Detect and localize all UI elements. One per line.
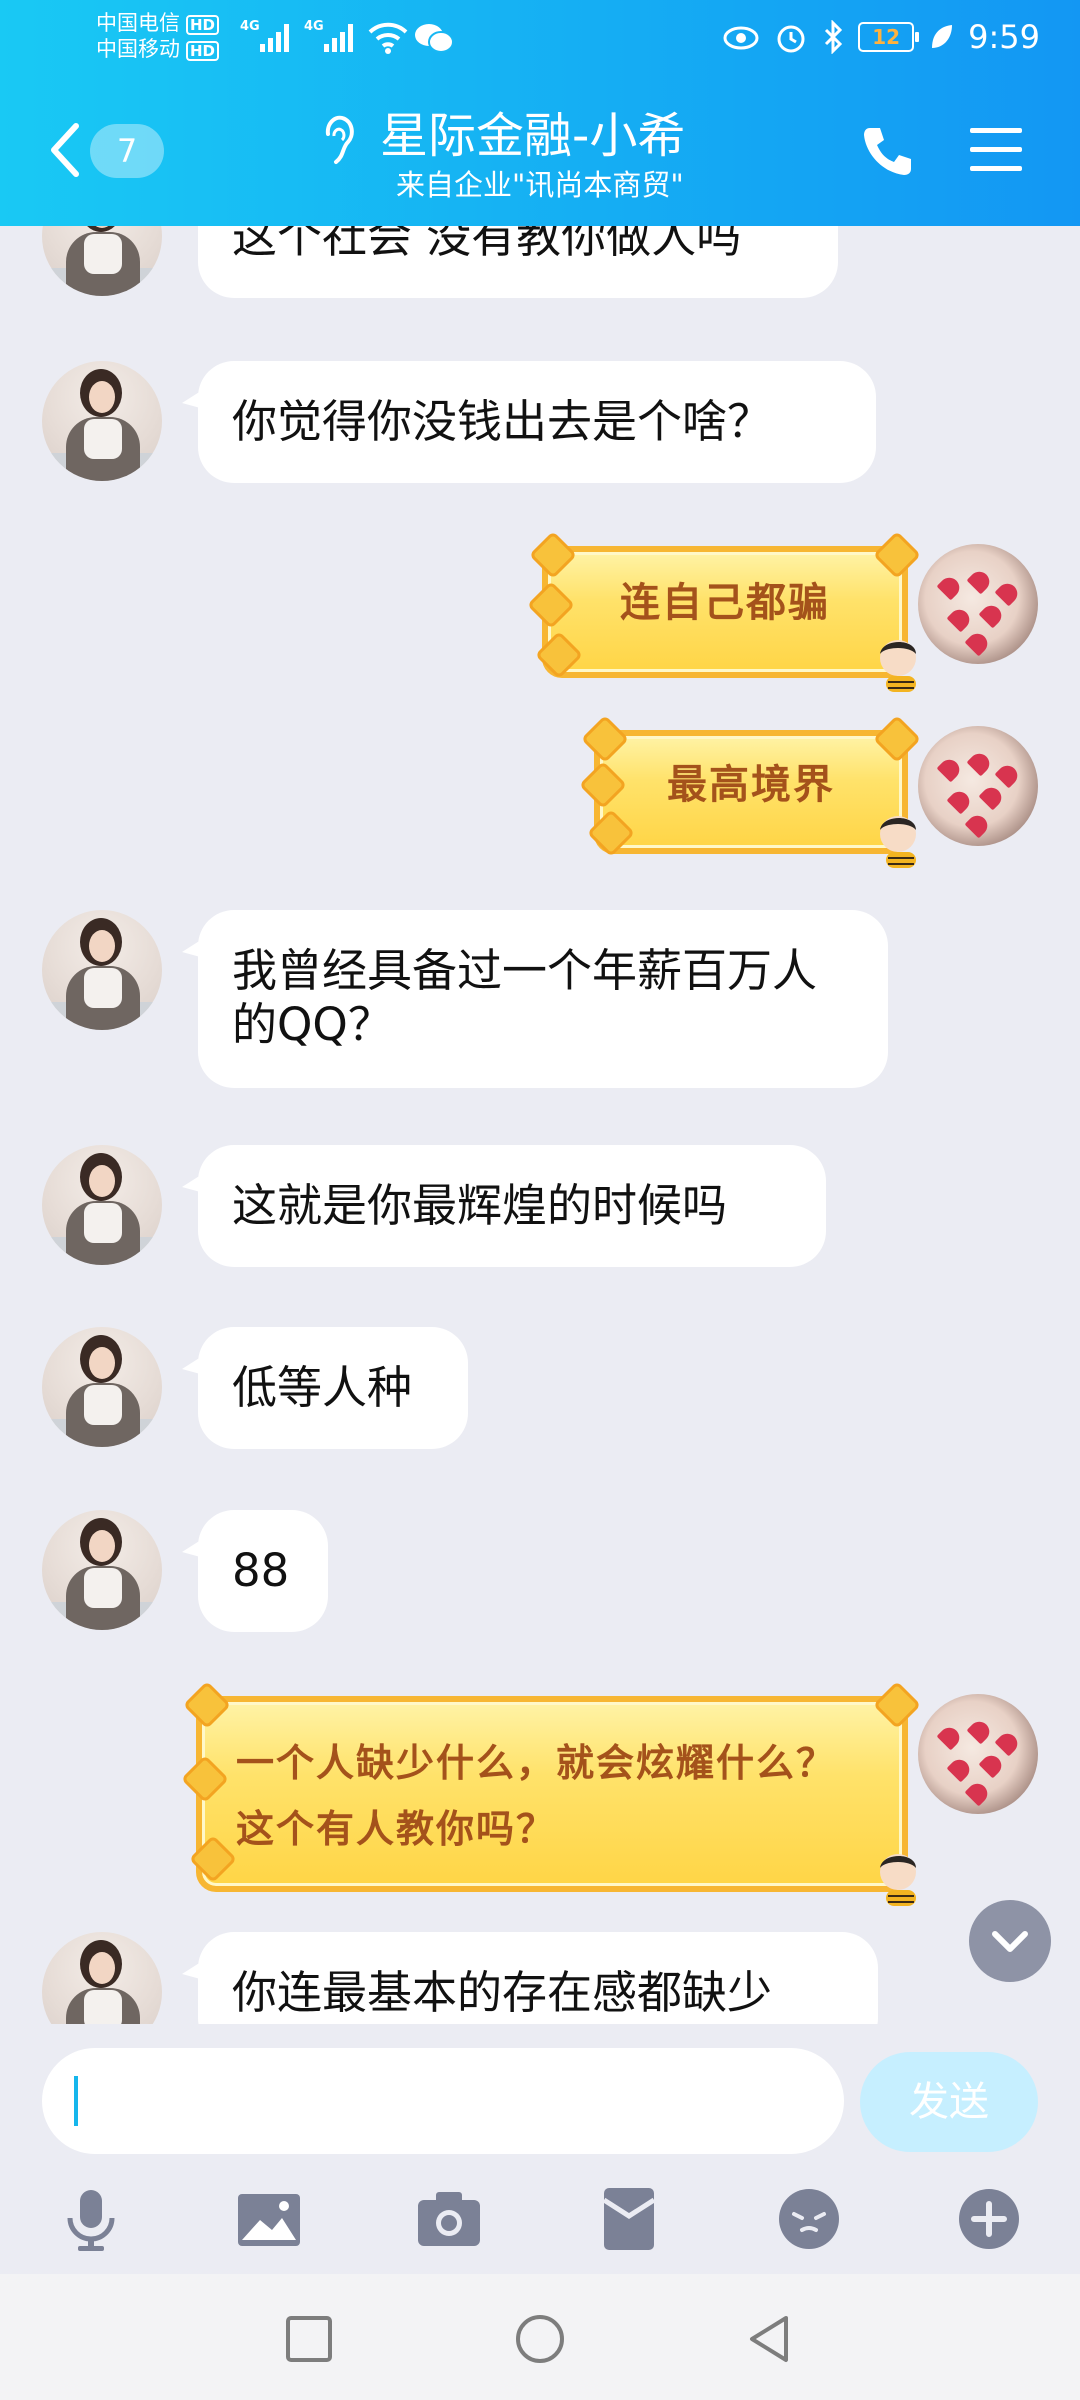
unread-count-badge[interactable]: 7 [90, 124, 164, 178]
carrier-2: 中国移动 [96, 37, 180, 61]
message-bubble[interactable]: 你连最基本的存在感都缺少 [182, 1932, 878, 2024]
battery-level: 12 [858, 22, 920, 52]
scroll-to-bottom-button[interactable] [969, 1900, 1051, 1982]
cartoon-face-icon [880, 1854, 916, 1906]
back-arrow-icon[interactable] [46, 120, 86, 180]
status-right: 12 9:59 [722, 14, 1040, 60]
contact-avatar[interactable] [42, 1510, 162, 1630]
leaf-icon [932, 25, 953, 48]
bluetooth-icon [825, 20, 843, 54]
home-icon[interactable] [513, 2312, 567, 2366]
send-button[interactable]: 发送 [860, 2052, 1038, 2152]
svg-text:4G: 4G [240, 19, 260, 34]
signal-1-icon: 4G [240, 19, 289, 52]
my-avatar[interactable] [918, 1694, 1038, 1814]
status-bar: 中国电信 HD 中国移动 HD 4G 4G 12 9:59 [0, 0, 1080, 75]
chat-header: 中国电信 HD 中国移动 HD 4G 4G 12 9:59 7 星际金融-小希 … [0, 0, 1080, 226]
carrier-1: 中国电信 [96, 11, 180, 35]
message-bubble[interactable]: 这个社会 没有教你做人吗 [198, 226, 838, 298]
svg-text:4G: 4G [304, 19, 324, 34]
wifi-icon [368, 22, 408, 54]
eye-comfort-icon [723, 26, 759, 50]
recent-apps-icon[interactable] [282, 2312, 336, 2366]
contact-avatar[interactable] [42, 1327, 162, 1447]
contact-avatar[interactable] [42, 1932, 162, 2024]
sticker-message[interactable]: 最高境界 [578, 714, 922, 868]
message-bubble[interactable]: 你觉得你没钱出去是个啥？ [182, 361, 876, 483]
message-bubble[interactable]: 88 [182, 1510, 328, 1632]
wechat-icon [415, 24, 454, 53]
message-bubble[interactable]: 这就是你最辉煌的时候吗 [182, 1145, 826, 1267]
signal-2-icon: 4G [304, 19, 353, 52]
sticker-message[interactable]: 一个人缺少什么，就会炫耀什么？这个有人教你吗？ [180, 1680, 922, 1906]
chat-subtitle: 来自企业"讯尚本商贸" [396, 168, 684, 202]
clock: 9:59 [968, 18, 1040, 56]
sticker-message[interactable]: 连自己都骗 [526, 530, 922, 692]
emoji-icon[interactable] [774, 2184, 844, 2254]
back-icon[interactable] [742, 2312, 796, 2366]
alarm-icon [777, 25, 805, 53]
red-packet-icon[interactable] [594, 2184, 664, 2254]
message-input[interactable] [42, 2048, 844, 2154]
system-nav-bar [0, 2274, 1080, 2400]
contact-avatar[interactable] [42, 1145, 162, 1265]
chevron-down-icon [992, 1931, 1028, 1952]
image-icon[interactable] [234, 2184, 304, 2254]
carrier-info: 中国电信 HD 中国移动 HD [96, 10, 220, 62]
my-avatar[interactable] [918, 544, 1038, 664]
phone-call-icon[interactable] [860, 122, 916, 178]
message-bubble[interactable]: 我曾经具备过一个年薪百万人的QQ？ [182, 910, 888, 1088]
plus-icon[interactable] [954, 2184, 1024, 2254]
input-bar: 发送 [0, 2024, 1080, 2274]
message-bubble[interactable]: 低等人种 [182, 1327, 468, 1449]
menu-icon[interactable] [968, 124, 1024, 176]
my-avatar[interactable] [918, 726, 1038, 846]
contact-avatar[interactable] [42, 910, 162, 1030]
contact-avatar[interactable] [42, 361, 162, 481]
microphone-icon[interactable] [56, 2184, 126, 2254]
cartoon-face-icon [880, 640, 916, 692]
cartoon-face-icon [880, 816, 916, 868]
contact-avatar[interactable] [42, 226, 162, 296]
camera-icon[interactable] [414, 2184, 484, 2254]
message-list[interactable]: 这个社会 没有教你做人吗 你觉得你没钱出去是个啥？ 连自己都骗 最高境界 我曾经… [0, 226, 1080, 2024]
text-cursor [74, 2076, 78, 2126]
ear-icon[interactable] [318, 114, 358, 168]
chat-title: 星际金融-小希 [380, 108, 686, 164]
